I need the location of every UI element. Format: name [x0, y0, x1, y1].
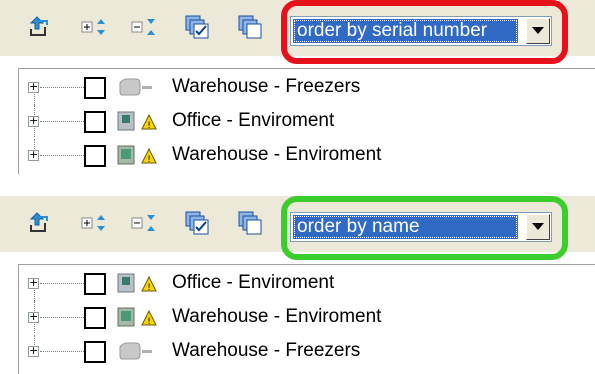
uncheck-all-icon[interactable] — [234, 208, 264, 238]
tree-item-checkbox[interactable] — [84, 145, 106, 167]
svg-text:!: ! — [147, 121, 151, 131]
freezer-sensor-icon — [119, 342, 152, 360]
collapse-all-icon[interactable] — [128, 208, 158, 238]
check-all-icon[interactable] — [181, 208, 211, 238]
expand-icon[interactable]: + — [28, 149, 39, 161]
svg-text:!: ! — [147, 155, 151, 165]
tree-item-label: Warehouse - Enviroment — [172, 306, 382, 327]
dropdown-arrow-icon[interactable] — [526, 18, 550, 44]
sort-order-value: order by serial number — [293, 19, 518, 43]
uncheck-all-icon[interactable] — [234, 12, 264, 42]
device-tree: + Warehouse - Freezers + ! Office - Envi… — [18, 68, 595, 174]
device-tree: + ! Office - Enviroment + ! Warehouse - … — [18, 264, 595, 374]
dropdown-arrow-icon[interactable] — [526, 214, 550, 240]
expand-icon[interactable]: + — [28, 115, 39, 127]
check-all-icon[interactable] — [181, 12, 211, 42]
tree-item-checkbox[interactable] — [84, 111, 106, 133]
freezer-sensor-icon — [119, 78, 152, 96]
expand-icon[interactable]: + — [28, 311, 39, 323]
tree-item-label: Warehouse - Enviroment — [172, 144, 382, 165]
expand-icon[interactable]: + — [28, 277, 39, 289]
tree-item[interactable]: + ! Office - Enviroment — [19, 267, 589, 315]
tree-item[interactable]: + ! Office - Enviroment — [19, 105, 589, 137]
sort-order-value: order by name — [293, 215, 518, 239]
svg-text:!: ! — [147, 283, 151, 293]
tree-item-checkbox[interactable] — [84, 273, 106, 295]
refresh-icon[interactable] — [24, 12, 54, 42]
environment-sensor-icon: ! — [117, 145, 157, 165]
environment-sensor-icon: ! — [117, 273, 157, 293]
sort-order-select[interactable]: order by name — [290, 212, 552, 242]
environment-sensor-icon: ! — [117, 111, 157, 131]
expand-all-icon[interactable] — [78, 12, 108, 42]
tree-item-checkbox[interactable] — [84, 307, 106, 329]
collapse-all-icon[interactable] — [128, 12, 158, 42]
refresh-icon[interactable] — [24, 208, 54, 238]
tree-item[interactable]: + Warehouse - Freezers — [19, 335, 589, 367]
svg-text:!: ! — [147, 317, 151, 327]
expand-icon[interactable]: + — [28, 81, 39, 93]
tree-item[interactable]: + ! Warehouse - Enviroment — [19, 301, 589, 333]
tree-item-label: Office - Enviroment — [172, 272, 335, 293]
expand-icon[interactable]: + — [28, 345, 39, 357]
tree-item[interactable]: + ! Warehouse - Enviroment — [19, 139, 589, 171]
tree-item-checkbox[interactable] — [84, 77, 106, 99]
environment-sensor-icon: ! — [117, 307, 157, 327]
tree-item-label: Office - Enviroment — [172, 110, 335, 131]
expand-all-icon[interactable] — [78, 208, 108, 238]
tree-item-label: Warehouse - Freezers — [172, 340, 361, 361]
tree-item-checkbox[interactable] — [84, 341, 106, 363]
sort-order-select[interactable]: order by serial number — [290, 16, 552, 46]
tree-item-label: Warehouse - Freezers — [172, 76, 361, 97]
tree-item[interactable]: + Warehouse - Freezers — [19, 71, 589, 119]
